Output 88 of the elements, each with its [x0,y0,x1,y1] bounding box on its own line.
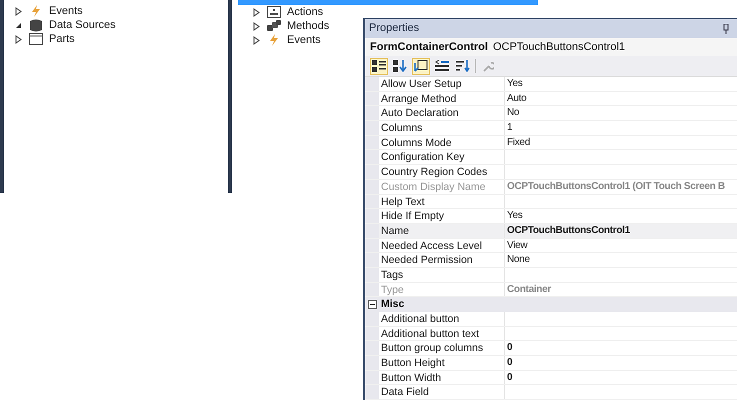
pin-icon[interactable] [723,24,729,34]
property-row[interactable]: Button Height 0 [365,356,737,371]
property-label: Hide If Empty [379,209,505,223]
property-label: Columns Mode [379,136,505,150]
tree-item-label[interactable]: Data Sources [49,18,116,32]
property-value: 0 [506,341,512,356]
property-value: Yes [506,77,522,91]
alphabetical-sort-button[interactable] [391,58,409,74]
property-row[interactable]: Additional button text [365,326,737,342]
property-row[interactable]: Needed Access Level View [365,238,737,254]
lightning-icon [269,34,279,46]
property-value: None [506,253,530,267]
property-row[interactable]: Columns Mode Fixed [365,136,737,150]
tree-item-label[interactable]: Actions [287,5,324,19]
property-value: OCPTouchButtonsControl1 (OIT Touch Screen B [506,180,725,194]
property-row[interactable]: Name OCPTouchButtonsControl1 [365,224,737,239]
properties-view-button[interactable] [412,58,430,74]
property-label: Data Field [379,385,505,400]
property-row[interactable]: Additional button [365,312,737,327]
property-label: Help Text [379,194,505,208]
property-value: No [506,106,520,120]
property-label: Custom Display Name [379,180,505,194]
database-icon [30,18,42,32]
tree-item-label[interactable]: Methods [287,19,330,33]
categorized-icon [372,60,386,72]
property-row[interactable]: Button group columns 0 [365,341,737,356]
property-row[interactable]: Tags [365,268,737,283]
property-value: View [506,238,528,252]
object-type: FormContainerControl [370,40,488,55]
property-row[interactable]: Button Width 0 [365,370,737,386]
window-title: Properties [369,21,420,36]
property-label: Auto Declaration [379,106,505,120]
property-row[interactable]: Data Field [365,385,737,400]
tree-item-label[interactable]: Events [49,4,83,18]
property-label: Name [379,224,505,238]
property-label: Arrange Method [379,92,505,106]
wrench-icon [482,60,494,72]
property-label: Country Region Codes [379,165,505,179]
property-label: Needed Access Level [379,238,505,252]
property-value: Auto [506,92,526,106]
collapsed-triangle-icon[interactable] [15,6,22,16]
property-label: Type [379,282,505,296]
property-value: Fixed [506,136,530,150]
property-value: 0 [506,370,512,384]
cubes-icon [267,20,281,32]
property-label: Needed Permission [379,253,505,267]
categorized-view-button[interactable] [370,58,388,74]
form-icon [267,6,281,18]
category-label: Misc [380,296,404,312]
property-label: Additional button [379,312,505,326]
property-row[interactable]: Auto Declaration No [365,106,737,122]
property-value: 0 [506,356,512,370]
property-label: Additional button text [379,326,505,340]
property-value: Yes [506,209,522,223]
property-row[interactable]: Needed Permission None [365,253,737,268]
property-value: 1 [506,121,512,135]
collapsed-triangle-icon[interactable] [253,22,260,30]
sort-icon [456,60,470,72]
property-row[interactable]: Columns 1 [365,121,737,136]
property-row[interactable]: Help Text [365,194,737,210]
property-label: Button group columns [379,341,505,356]
tree-item-label[interactable]: Events [287,33,321,47]
property-value: Container [506,282,551,296]
property-label: Tags [379,268,505,282]
collapsed-triangle-icon[interactable] [253,36,260,44]
object-name: OCPTouchButtonsControl1 [492,40,626,55]
tree-item-label[interactable]: Parts [49,32,75,46]
property-row[interactable]: Configuration Key [365,150,737,166]
property-label: Allow User Setup [379,77,505,91]
alphabetical-icon [393,60,407,72]
property-label: Button Width [379,370,505,384]
collapse-icon[interactable] [368,300,376,310]
property-value: OCPTouchButtonsControl1 [506,224,630,238]
property-label: Button Height [379,356,505,370]
window-icon [29,33,43,45]
expanded-triangle-icon[interactable] [15,22,22,28]
lightning-icon [31,5,41,17]
property-label: Columns [379,121,505,135]
collapsed-triangle-icon[interactable] [15,34,22,44]
property-row[interactable]: Country Region Codes [365,165,737,180]
property-label: Configuration Key [379,150,505,164]
properties-icon [414,60,428,72]
collapsed-triangle-icon[interactable] [253,8,260,16]
property-row[interactable]: Allow User Setup Yes [365,77,737,92]
events-icon [435,60,449,72]
sort-button[interactable] [454,58,472,74]
property-row[interactable]: Hide If Empty Yes [365,209,737,224]
property-row[interactable]: Arrange Method Auto [365,92,737,106]
